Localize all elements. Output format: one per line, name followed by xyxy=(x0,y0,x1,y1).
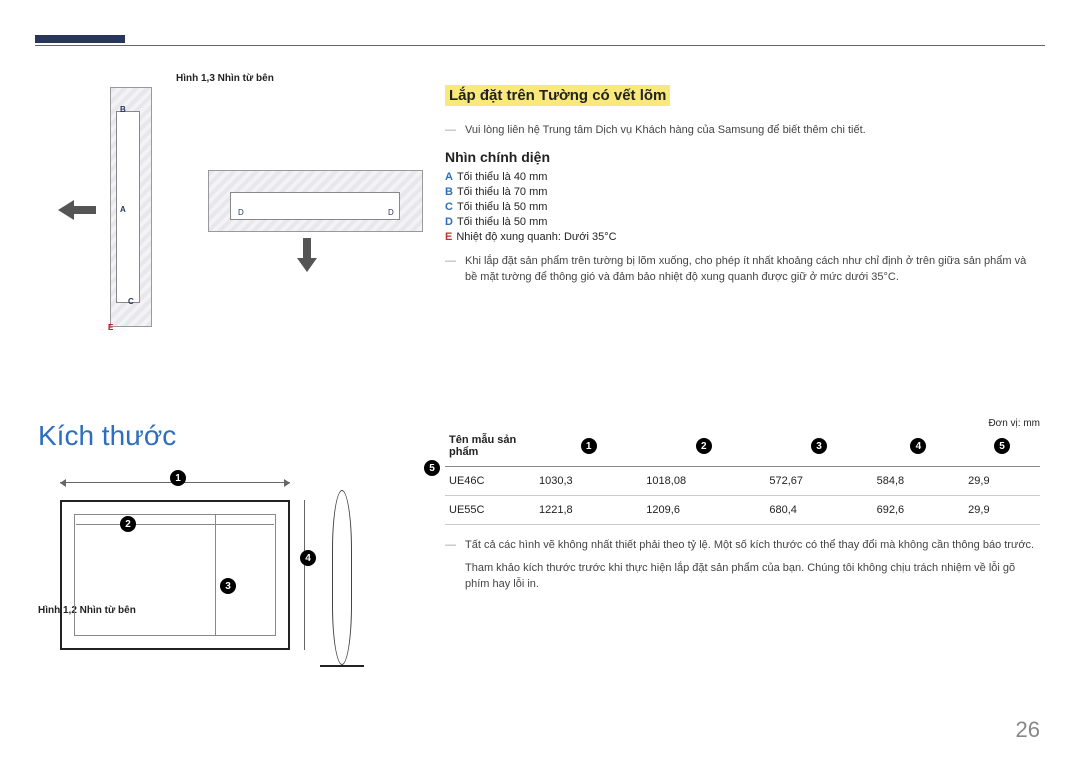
dim-marker-5: 5 xyxy=(424,460,440,476)
dimensions-table: Tên mẫu sản phẩm 1 2 3 4 5 UE46C 1030,3 … xyxy=(445,426,1040,525)
spec-b: BTối thiểu là 70 mm xyxy=(445,186,1040,198)
right-column: Lắp đặt trên Tường có vết lõm ― Vui lòng… xyxy=(445,85,1040,292)
unit-label: Đơn vị: mm xyxy=(988,418,1040,429)
front-view-subheading: Nhìn chính diện xyxy=(445,149,1040,165)
dimensions-table-wrap: Đơn vị: mm Tên mẫu sản phẩm 1 2 3 4 5 UE… xyxy=(445,426,1040,599)
spec-d: DTối thiểu là 50 mm xyxy=(445,216,1040,228)
dim-marker-3: 3 xyxy=(220,578,236,594)
arrow-left-icon xyxy=(58,200,74,220)
spec-c: CTối thiểu là 50 mm xyxy=(445,201,1040,213)
figure-front-dimensions: 1 2 3 4 5 xyxy=(60,470,320,670)
dim-marker-4: 4 xyxy=(300,550,316,566)
table-row: UE55C 1221,8 1209,6 680,4 692,6 29,9 xyxy=(445,496,1040,525)
header-accent-bar xyxy=(35,35,125,43)
dim-marker-1: 1 xyxy=(170,470,186,486)
dimensions-heading: Kích thước xyxy=(38,420,176,452)
page-number: 26 xyxy=(1016,717,1040,743)
table-note-1: ― Tất cả các hình vẽ không nhất thiết ph… xyxy=(445,537,1040,554)
figure-top-view: D D xyxy=(208,170,423,275)
wall-install-title: Lắp đặt trên Tường có vết lõm xyxy=(445,85,670,106)
spec-a: ATối thiểu là 40 mm xyxy=(445,171,1040,183)
col-model: Tên mẫu sản phẩm xyxy=(445,426,535,467)
table-note-2: Tham khảo kích thước trước khi thực hiện… xyxy=(465,560,1040,593)
contact-note: ― Vui lòng liên hệ Trung tâm Dịch vụ Khá… xyxy=(445,122,1040,139)
arrow-down-icon xyxy=(303,238,311,258)
indent-note: ― Khi lắp đặt sản phẩm trên tường bị lõm… xyxy=(445,253,1040,286)
dim-marker-2: 2 xyxy=(120,516,136,532)
figure-side-dimensions xyxy=(320,490,374,665)
table-row: UE46C 1030,3 1018,08 572,67 584,8 29,9 xyxy=(445,467,1040,496)
header-rule xyxy=(35,45,1045,46)
spec-e: ENhiệt độ xung quanh: Dưới 35°C xyxy=(445,231,1040,243)
